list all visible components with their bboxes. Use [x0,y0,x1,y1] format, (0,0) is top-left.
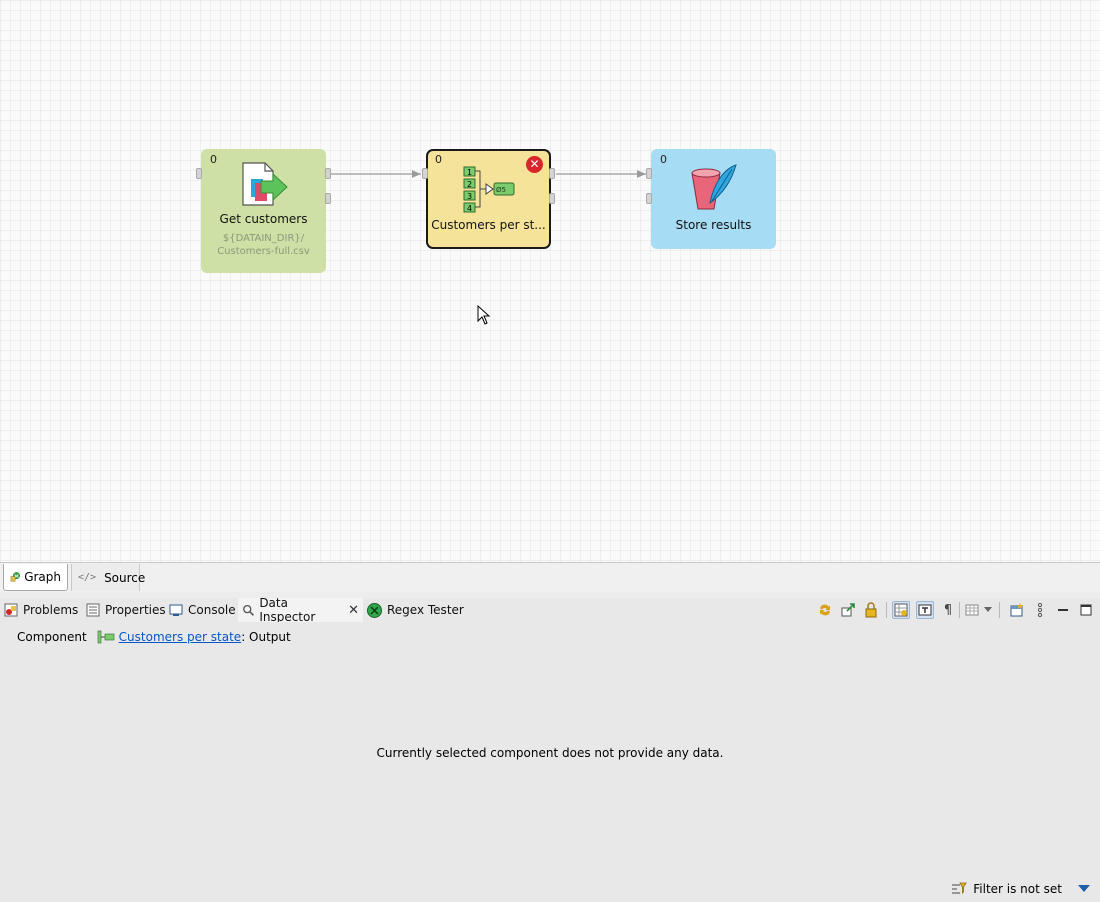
input-port[interactable] [196,168,202,179]
node-label: Get customers [219,212,308,226]
record-count: 0 [435,153,442,166]
input-port-1[interactable] [646,193,652,204]
tab-graph[interactable]: Graph [3,564,68,591]
component-line: Component Customers per state : Output [17,630,291,644]
editor-tab-bar: Graph </> Source [0,562,1100,592]
record-count: 0 [210,153,217,166]
view-menu-icon[interactable] [1031,601,1049,619]
empty-data-message: Currently selected component does not pr… [376,746,724,760]
writer-bucket-icon [691,164,737,210]
filter-status[interactable]: Filter is not set [951,882,1090,896]
tab-regex-tester-label: Regex Tester [387,603,464,617]
graph-canvas[interactable]: 0 Get customers ${DATAIN_DIR}/ Customers… [0,0,1100,562]
graph-icon [10,572,20,582]
toolbar-separator [999,602,1000,618]
toolbar-separator [959,602,960,618]
tab-regex-tester[interactable]: Regex Tester [367,598,464,622]
table-view-icon[interactable] [963,601,981,619]
tab-console-label: Console [188,603,236,617]
tab-properties-label: Properties [105,603,166,617]
output-port-1[interactable] [325,193,331,204]
pilcrow-icon[interactable]: ¶ [939,601,957,619]
input-port[interactable] [422,168,428,179]
tab-graph-label: Graph [24,570,61,584]
error-icon: ✕ [526,156,543,173]
svg-text:Ø5: Ø5 [496,186,506,194]
node-store-results[interactable]: 0 Store results [646,149,776,249]
problems-icon [4,603,18,617]
node-customers-per-state[interactable]: 0 ✕ 1 2 3 4 Ø5 Customers per st... [422,149,555,249]
regex-tester-icon [367,602,382,618]
node-label: Customers per st... [431,218,546,232]
mouse-cursor-icon [477,305,491,325]
component-port-suffix: : Output [241,630,291,644]
tab-console[interactable]: Console [169,598,236,622]
tab-problems-label: Problems [23,603,79,617]
node-file-url: ${DATAIN_DIR}/ Customers-full.csv [201,232,326,258]
properties-icon [86,603,100,617]
file-url-line-2: Customers-full.csv [217,246,310,257]
input-port-0[interactable] [646,168,652,179]
new-window-icon[interactable] [1008,601,1026,619]
chevron-down-icon[interactable] [982,601,994,619]
tab-properties[interactable]: Properties [86,598,166,622]
filter-label: Filter is not set [973,882,1062,896]
flat-file-reader-icon [242,162,288,206]
source-code-icon: </> [78,572,97,583]
tab-problems[interactable]: Problems [4,598,78,622]
node-get-customers[interactable]: 0 Get customers ${DATAIN_DIR}/ Customers… [196,149,331,273]
svg-text:3: 3 [467,192,472,201]
export-icon[interactable] [839,601,857,619]
output-port-0[interactable] [549,168,555,179]
toolbar-separator [886,602,887,618]
svg-text:2: 2 [467,180,472,189]
text-mode-icon[interactable] [916,601,934,619]
output-port-0[interactable] [325,168,331,179]
refresh-icon[interactable] [816,601,834,619]
aggregate-icon: 1 2 3 4 Ø5 [463,166,515,213]
file-url-line-1: ${DATAIN_DIR}/ [222,233,305,244]
aggregate-icon [97,630,114,644]
tab-source-label: Source [104,570,146,585]
show-records-icon[interactable] [892,601,910,619]
svg-text:1: 1 [467,168,472,177]
lock-icon[interactable] [862,601,880,619]
svg-text:4: 4 [467,204,472,213]
node-label: Store results [675,218,752,232]
view-tab-bar: Problems Properties Console Data Inspect… [0,596,1100,624]
tab-data-inspector[interactable]: Data Inspector ✕ [238,596,363,624]
tab-data-inspector-label: Data Inspector [259,596,316,624]
tab-source[interactable]: </> Source [71,564,145,591]
component-label: Component [17,630,87,644]
component-link[interactable]: Customers per state [119,630,242,644]
record-count: 0 [660,153,667,166]
output-port-1[interactable] [549,193,555,204]
close-icon[interactable]: ✕ [348,603,359,618]
magnifier-icon [243,604,254,616]
chevron-down-icon[interactable] [1078,885,1090,893]
graph-edges [331,170,646,178]
data-inspector-panel: Component Customers per state : Output C… [0,622,1100,902]
minimize-icon[interactable] [1054,601,1072,619]
maximize-icon[interactable] [1077,601,1095,619]
filter-icon [952,882,967,894]
console-icon [169,604,183,616]
